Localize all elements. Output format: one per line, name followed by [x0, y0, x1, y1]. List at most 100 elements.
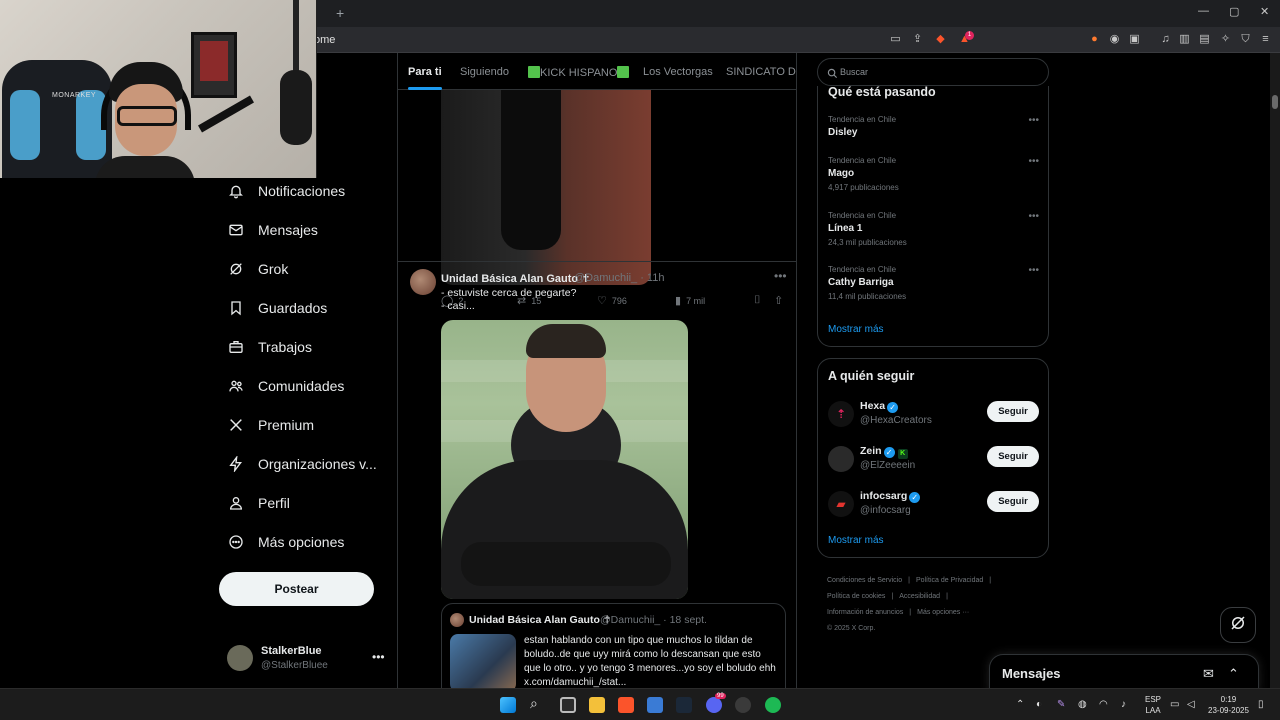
streamer	[95, 62, 195, 178]
follow-button[interactable]: Seguir	[987, 446, 1039, 467]
grok-floating-button[interactable]	[1220, 607, 1256, 643]
nav-communities[interactable]: Comunidades	[218, 373, 396, 399]
tray-feather-icon[interactable]: ✎	[1057, 699, 1065, 710]
scrollbar-thumb[interactable]	[1272, 95, 1278, 109]
views-button[interactable]: ▮ 7 mil	[675, 294, 705, 307]
language-indicator[interactable]: ESP LAA	[1145, 694, 1161, 716]
nav-organizations[interactable]: Organizaciones v...	[218, 451, 396, 477]
task-view-icon[interactable]	[560, 697, 576, 713]
tray-headset-icon[interactable]: ◠	[1099, 699, 1108, 710]
search-input[interactable]: Buscar	[817, 58, 1049, 86]
mail-icon	[227, 221, 245, 239]
sidebar-toggle-icon[interactable]: ▥	[1178, 33, 1191, 46]
nav-grok[interactable]: Grok	[218, 256, 396, 282]
steam-icon[interactable]	[676, 697, 692, 713]
nav-notifications[interactable]: Notificaciones	[218, 178, 396, 204]
url-text[interactable]: ome	[314, 34, 335, 46]
previous-tweet-image[interactable]	[441, 90, 651, 285]
tray-app-icon[interactable]: ◐	[1036, 699, 1042, 710]
tab-siguiendo[interactable]: Siguiendo	[460, 66, 509, 78]
tab-sindicato[interactable]: SINDICATO DE C	[726, 66, 796, 78]
search-icon[interactable]: ⌕	[530, 695, 546, 711]
follow-suggestion[interactable]: Zein ✓ K @ElZeeeein Seguir	[828, 444, 1043, 476]
start-icon[interactable]	[500, 697, 516, 713]
leo-ai-icon[interactable]: ✧	[1219, 33, 1232, 46]
volume-icon[interactable]: ◁	[1187, 699, 1195, 710]
chevron-up-icon[interactable]: ⌃	[1228, 666, 1239, 682]
avatar[interactable]	[410, 269, 436, 295]
nav-more-options[interactable]: Más opciones	[218, 529, 396, 555]
footer-link[interactable]: Política de cookies	[827, 593, 885, 600]
page-scrollbar[interactable]	[1270, 53, 1280, 688]
trend-more-icon[interactable]: •••	[1028, 156, 1039, 167]
footer-link[interactable]: Información de anuncios	[827, 609, 903, 616]
close-window-button[interactable]: ✕	[1260, 5, 1269, 18]
share-icon[interactable]: ⇪	[911, 33, 924, 46]
wallet-icon[interactable]: ▤	[1198, 33, 1211, 46]
quoted-link[interactable]: x.com/damuchii_/stat...	[524, 677, 626, 688]
notifications-icon[interactable]: ▯	[1258, 699, 1264, 710]
follow-suggestion[interactable]: ▰ infocsarg ✓ @infocsarg Seguir	[828, 489, 1043, 521]
footer-link[interactable]: Más opciones ···	[917, 609, 969, 616]
tray-chevron-icon[interactable]: ⌃	[1016, 699, 1024, 710]
media-icon[interactable]: ♫	[1159, 33, 1172, 46]
trend-more-icon[interactable]: •••	[1028, 265, 1039, 276]
extension-screen-icon[interactable]: ▣	[1128, 33, 1141, 46]
obs-icon[interactable]	[735, 697, 751, 713]
trend-item[interactable]: Tendencia en Chile Línea 1 24,3 mil publ…	[828, 211, 1043, 247]
discord-icon[interactable]	[706, 697, 722, 713]
account-switcher[interactable]: StalkerBlue @StalkerBluee •••	[224, 642, 389, 676]
file-explorer-icon[interactable]	[589, 697, 605, 713]
chair-brand: MONARKEY	[52, 92, 97, 99]
extension-flame-icon[interactable]: ●	[1088, 33, 1101, 46]
tab-los-vectorgas[interactable]: Los Vectorgas	[643, 66, 713, 78]
trends-show-more-link[interactable]: Mostrar más	[828, 324, 884, 335]
footer-link[interactable]: Política de Privacidad	[916, 577, 983, 584]
tab-para-ti[interactable]: Para ti	[408, 66, 442, 78]
quoted-tweet[interactable]: Unidad Básica Alan Gauto ✝ @Damuchii_ · …	[441, 603, 786, 688]
follow-show-more-link[interactable]: Mostrar más	[828, 535, 884, 546]
nav-messages[interactable]: Mensajes	[218, 217, 396, 243]
brave-shield-icon[interactable]: ◆	[934, 33, 947, 46]
spotify-icon[interactable]	[765, 697, 781, 713]
timeline-tabs: Para ti Siguiendo KICK HISPANO Los Vecto…	[398, 53, 796, 90]
cast-icon[interactable]: ▭	[889, 33, 902, 46]
like-button[interactable]: ♡ 796	[597, 294, 627, 307]
footer-link[interactable]: Condiciones de Servicio	[827, 577, 902, 584]
bookmark-button[interactable]: ⌷	[754, 294, 766, 307]
share-button[interactable]: ⇧	[774, 294, 788, 307]
new-tab-button[interactable]: +	[336, 5, 344, 21]
post-button[interactable]: Postear	[219, 572, 374, 606]
trend-item[interactable]: Tendencia en Chile Disley •••	[828, 115, 1043, 138]
network-icon[interactable]: ▭	[1170, 699, 1179, 710]
system-clock[interactable]: 0:19 23-09-2025	[1208, 694, 1249, 716]
follow-suggestion[interactable]: ⇡ Hexa ✓ @HexaCreators Seguir	[828, 399, 1043, 431]
extension-camera-icon[interactable]: ◉	[1108, 33, 1121, 46]
tray-mic-icon[interactable]: ♪	[1121, 699, 1126, 710]
nav-jobs[interactable]: Trabajos	[218, 334, 396, 360]
tray-steam-icon[interactable]: ◍	[1078, 699, 1087, 710]
tweet-photo[interactable]	[441, 320, 688, 599]
trend-item[interactable]: Tendencia en Chile Cathy Barriga 11,4 mi…	[828, 265, 1043, 301]
trend-more-icon[interactable]: •••	[1028, 115, 1039, 126]
footer-link[interactable]: Accesibilidad	[899, 593, 940, 600]
trend-item[interactable]: Tendencia en Chile Mago 4,917 publicacio…	[828, 156, 1043, 192]
follow-button[interactable]: Seguir	[987, 491, 1039, 512]
tab-kick-hispano[interactable]: KICK HISPANO	[528, 66, 630, 79]
minimize-button[interactable]: —	[1198, 5, 1209, 17]
photos-icon[interactable]	[647, 697, 663, 713]
nav-profile[interactable]: Perfil	[218, 490, 396, 516]
tweet-author-name[interactable]: Unidad Básica Alan Gauto ✝	[441, 272, 590, 285]
more-icon[interactable]: •••	[372, 650, 385, 664]
nav-bookmarks[interactable]: Guardados	[218, 295, 396, 321]
new-message-icon[interactable]: ✉	[1203, 666, 1214, 682]
tweet-more-icon[interactable]: •••	[774, 269, 787, 283]
nav-premium[interactable]: Premium	[218, 412, 396, 438]
brave-browser-icon[interactable]	[618, 697, 634, 713]
tweet-author-handle[interactable]: @Damuchii_ · 11h	[574, 272, 664, 284]
menu-icon[interactable]: ≡	[1259, 33, 1272, 46]
maximize-button[interactable]: ▢	[1229, 5, 1239, 18]
vpn-shield-icon[interactable]: ⛉	[1239, 33, 1252, 46]
trend-more-icon[interactable]: •••	[1028, 211, 1039, 222]
follow-button[interactable]: Seguir	[987, 401, 1039, 422]
